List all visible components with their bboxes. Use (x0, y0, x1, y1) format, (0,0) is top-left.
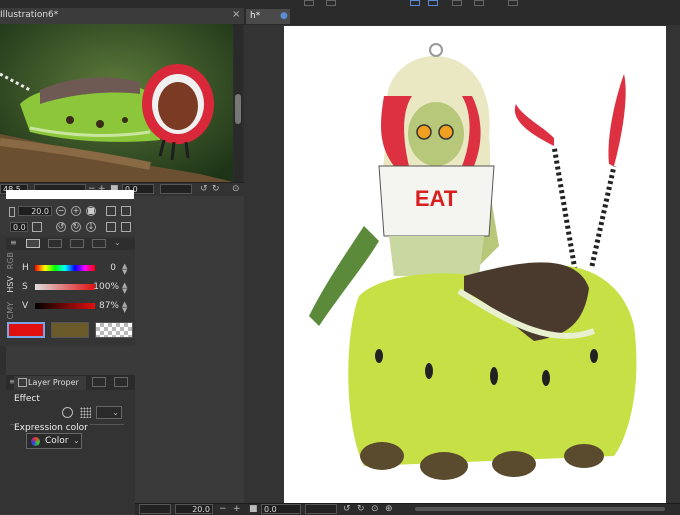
sub-view-panel: Illustration6* × − + ■ ↺ ↻ ⊙ (0, 8, 244, 196)
layer-property-panel: ≡ Layer Proper Effect ⌄ Expression color… (0, 375, 135, 514)
tab-color-set[interactable] (70, 239, 84, 248)
sub-view-tab[interactable]: Illustration6* × (0, 8, 244, 25)
tab-hsv[interactable]: HSV (6, 276, 15, 293)
tab-cmy[interactable]: CMY (6, 302, 15, 319)
color-mode-icon (31, 437, 40, 446)
tab-color-wheel[interactable] (48, 239, 62, 248)
chevron-down-icon: ⌄ (73, 436, 80, 445)
chevron-down-icon[interactable]: ⌄ (114, 239, 128, 248)
tab-brush-icon[interactable] (92, 377, 106, 387)
expand-icon[interactable] (121, 206, 131, 216)
color-mode-tabs: RGB HSV CMY (6, 252, 20, 326)
tool-icon-active[interactable] (428, 0, 438, 6)
flip-horizontal-icon[interactable] (106, 222, 116, 232)
sub-view-tab-label: Illustration6* (0, 10, 59, 20)
artwork-illustration: EAT (309, 43, 637, 480)
flip-vertical-icon[interactable] (121, 222, 131, 232)
close-icon[interactable]: × (232, 9, 240, 20)
main-color-swatch[interactable] (7, 322, 45, 338)
copy-icon[interactable] (106, 206, 116, 216)
s-spinner[interactable]: ▲ ▼ (122, 282, 127, 295)
expression-color-dropdown[interactable]: Color ⌄ (26, 433, 82, 449)
sub-color-swatch[interactable] (51, 322, 89, 338)
color-slider-panel: ≡ ⌄ RGB HSV CMY H 0 ▲ ▼ S 100% ▲ ▼ V 87% ▲… (0, 236, 135, 346)
v-label: V (22, 301, 29, 311)
brush-size-field[interactable]: 20.0 (18, 206, 52, 216)
tool-icon[interactable] (474, 0, 484, 6)
v-spinner[interactable]: ▲ ▼ (122, 301, 127, 314)
h-value[interactable]: 0 (90, 263, 116, 273)
rotate-left-icon[interactable]: ↺ (56, 222, 66, 232)
reset-icon[interactable]: ⊙ (232, 184, 240, 194)
value-slider[interactable] (35, 303, 95, 309)
drawing-canvas[interactable]: EAT (284, 26, 666, 503)
hue-slider[interactable] (35, 265, 95, 271)
layer-property-icon (18, 378, 27, 387)
reset-icon[interactable]: ↓ (86, 222, 96, 232)
shirt-text: EAT (415, 186, 458, 211)
brush-preview-strip (6, 190, 134, 199)
h-label: H (22, 263, 29, 273)
h-spinner[interactable]: ▲ ▼ (122, 263, 127, 276)
stop-icon[interactable]: ■ (86, 206, 96, 216)
flip-icon[interactable]: ⊕ (385, 504, 393, 514)
zoom-out-icon[interactable]: − (219, 504, 227, 514)
rotate-slider[interactable] (160, 184, 192, 194)
tab-intermediate[interactable] (92, 239, 106, 248)
rotate-slider[interactable] (305, 504, 337, 514)
brush-size-panel: 20.0 − + ■ 0.0 ↺ ↻ ↓ (0, 200, 135, 236)
zoom-slider[interactable] (139, 504, 171, 514)
rotate-right-icon[interactable]: ↻ (71, 222, 81, 232)
top-toolbar-strip (0, 0, 680, 8)
document-tab-label: h* (250, 11, 261, 21)
expression-color-label: Expression color (14, 423, 90, 433)
color-panel-tabs: ≡ ⌄ (6, 238, 135, 250)
tone-effect-icon[interactable] (80, 407, 91, 418)
opacity-field[interactable]: 0.0 (10, 222, 28, 232)
s-label: S (22, 282, 28, 292)
document-tab-strip (244, 8, 680, 25)
horizontal-scrollbar[interactable] (415, 507, 665, 511)
tool-icon[interactable] (326, 0, 336, 6)
effect-dropdown[interactable]: ⌄ (96, 406, 122, 419)
s-value[interactable]: 100% (93, 282, 119, 292)
plus-icon[interactable]: + (71, 206, 81, 216)
tool-icon[interactable] (452, 0, 462, 6)
layer-icon[interactable] (32, 222, 42, 232)
border-effect-icon[interactable] (62, 407, 73, 418)
stop-icon[interactable]: ■ (249, 504, 258, 514)
brush-size-handle[interactable] (9, 207, 15, 217)
menu-icon[interactable]: ≡ (10, 239, 24, 248)
expression-color-value: Color (45, 436, 69, 446)
zoom-in-icon[interactable]: + (233, 504, 241, 514)
tool-icon-active[interactable] (410, 0, 420, 6)
zoom-field[interactable]: 20.0 (175, 504, 213, 514)
layer-property-tab-label: Layer Proper (28, 378, 79, 387)
tool-icon[interactable] (508, 0, 518, 6)
effect-buttons: ⌄ (10, 405, 124, 421)
effect-label: Effect (14, 394, 40, 404)
rotate-left-icon[interactable]: ↺ (200, 184, 208, 194)
rotate-left-icon[interactable]: ↺ (343, 504, 351, 514)
tab-rgb[interactable]: RGB (6, 252, 15, 269)
rotate-field[interactable]: 0.0 (261, 504, 301, 514)
rotate-right-icon[interactable]: ↻ (357, 504, 365, 514)
v-value[interactable]: 87% (93, 301, 119, 311)
close-icon[interactable]: ● (280, 11, 288, 21)
rotate-right-icon[interactable]: ↻ (212, 184, 220, 194)
tool-icon[interactable] (304, 0, 314, 6)
reset-icon[interactable]: ⊙ (371, 504, 379, 514)
transparent-color-swatch[interactable] (95, 322, 133, 338)
saturation-slider[interactable] (35, 284, 95, 290)
canvas-navigation-bar: 20.0 − + ■ 0.0 ↺ ↻ ⊙ ⊕ (135, 503, 680, 515)
reference-image (0, 24, 233, 182)
tab-color-slider[interactable] (26, 239, 40, 248)
sub-view-scrollbar[interactable] (234, 24, 242, 182)
minus-icon[interactable]: − (56, 206, 66, 216)
caterpillar-photo (0, 24, 233, 182)
tab-history-icon[interactable] (114, 377, 128, 387)
